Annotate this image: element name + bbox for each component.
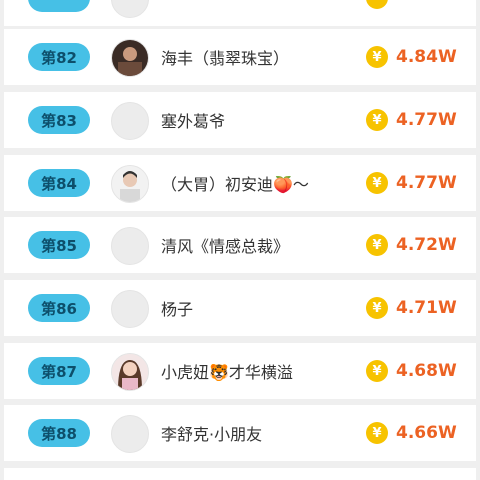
amount-value: 4.66W — [396, 423, 457, 443]
list-item[interactable]: 第83 塞外葛爷 ¥ 4.77W — [4, 92, 476, 148]
user-name: 海丰（翡翠珠宝） — [161, 49, 290, 68]
coin-icon: ¥ — [366, 422, 388, 444]
photo-avatar[interactable] — [111, 165, 149, 203]
amount-value: 4.77W — [396, 110, 457, 130]
ranking-list: 第82 海丰（翡翠珠宝） ¥ 4.84W 第83 塞外葛爷 ¥ 4.77W 第8… — [0, 0, 480, 480]
amount-value: 4.84W — [396, 47, 457, 67]
list-item[interactable] — [4, 468, 476, 480]
coin-icon: ¥ — [366, 46, 388, 68]
coin-icon: ¥ — [366, 360, 388, 382]
coin-icon: ¥ — [366, 297, 388, 319]
coin-icon: ¥ — [366, 234, 388, 256]
coin-icon: ¥ — [366, 172, 388, 194]
photo-avatar[interactable] — [111, 39, 149, 77]
rank-badge: 第82 — [28, 43, 90, 71]
amount-value: 4.77W — [396, 173, 457, 193]
rank-badge: 第85 — [28, 231, 90, 259]
list-item[interactable]: 第85 清风《情感总裁》 ¥ 4.72W — [4, 217, 476, 273]
default-avatar[interactable] — [111, 227, 149, 265]
user-name: 小虎妞🐯才华横溢 — [161, 363, 293, 382]
photo-avatar[interactable] — [111, 353, 149, 391]
default-avatar[interactable] — [111, 290, 149, 328]
list-item[interactable]: 第86 杨子 ¥ 4.71W — [4, 280, 476, 336]
coin-icon: ¥ — [366, 109, 388, 131]
user-name: 杨子 — [161, 300, 194, 319]
list-item[interactable]: 第82 海丰（翡翠珠宝） ¥ 4.84W — [4, 29, 476, 85]
user-name: 塞外葛爷 — [161, 112, 226, 131]
default-avatar[interactable] — [111, 0, 149, 18]
amount-value: 4.68W — [396, 361, 457, 381]
default-avatar[interactable] — [111, 415, 149, 453]
rank-badge: 第86 — [28, 294, 90, 322]
rank-badge: 第87 — [28, 357, 90, 385]
coin-icon — [366, 0, 388, 9]
user-name: 李舒克·小朋友 — [161, 425, 263, 444]
list-item[interactable]: 第84 （大胃）初安迪🍑～ ¥ 4.77W — [4, 155, 476, 211]
list-item[interactable]: 第88 李舒克·小朋友 ¥ 4.66W — [4, 405, 476, 461]
user-name: 清风《情感总裁》 — [161, 237, 290, 256]
user-name: （大胃）初安迪🍑～ — [161, 175, 309, 194]
list-item[interactable]: 第87 小虎妞🐯才华横溢 ¥ 4.68W — [4, 343, 476, 399]
rank-badge: 第88 — [28, 419, 90, 447]
list-item[interactable] — [4, 0, 476, 26]
default-avatar[interactable] — [111, 102, 149, 140]
rank-badge: 第84 — [28, 169, 90, 197]
rank-badge — [28, 0, 90, 12]
amount-value: 4.72W — [396, 235, 457, 255]
amount-value: 4.71W — [396, 298, 457, 318]
rank-badge: 第83 — [28, 106, 90, 134]
